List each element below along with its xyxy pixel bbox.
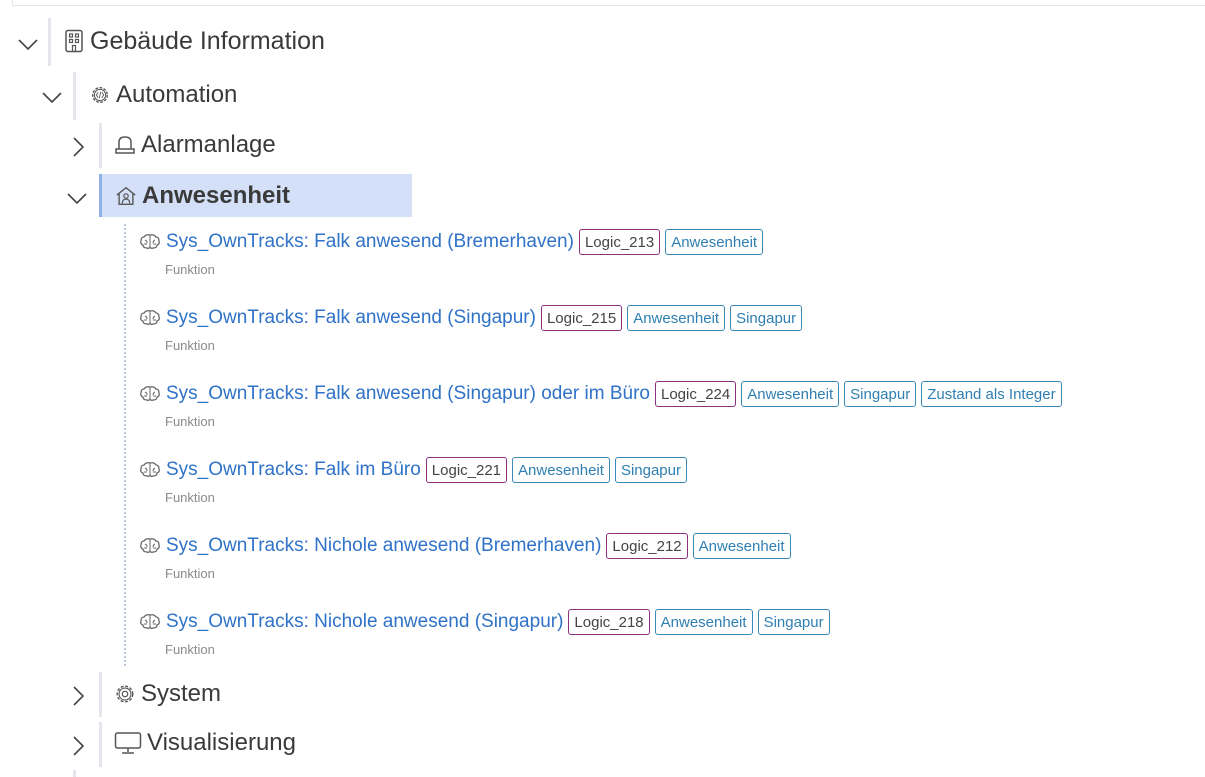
item-type-label: Funktion bbox=[165, 566, 215, 581]
logic-id-badge: Logic_224 bbox=[655, 381, 737, 407]
tree-node-visualisierung[interactable]: Visualisierung bbox=[114, 726, 296, 760]
item-title-link[interactable]: Sys_OwnTracks: Falk anwesend (Singapur) bbox=[166, 307, 536, 329]
list-item-row: Sys_OwnTracks: Falk anwesend (Singapur) … bbox=[139, 380, 1067, 408]
chevron-right-icon[interactable] bbox=[67, 685, 89, 707]
tree-node-label: Visualisierung bbox=[147, 729, 296, 756]
brain-icon bbox=[139, 612, 161, 632]
tag-badge[interactable]: Anwesenheit bbox=[692, 533, 791, 559]
tag-badge[interactable]: Anwesenheit bbox=[741, 381, 840, 407]
code-gear-icon bbox=[89, 84, 111, 106]
alarm-light-icon bbox=[114, 134, 136, 156]
building-icon bbox=[63, 29, 85, 53]
tree-node-anwesenheit[interactable]: Anwesenheit bbox=[99, 174, 412, 217]
brain-icon bbox=[139, 460, 161, 480]
tag-badge[interactable]: Anwesenheit bbox=[512, 457, 610, 483]
item-type-label: Funktion bbox=[165, 642, 215, 657]
tree-guide-automation bbox=[73, 72, 76, 120]
top-divider bbox=[12, 0, 1205, 6]
tree-node-label: Automation bbox=[116, 81, 238, 108]
item-title-link[interactable]: Sys_OwnTracks: Falk anwesend (Bremerhave… bbox=[166, 231, 574, 253]
children-guide bbox=[124, 224, 126, 666]
logic-id-badge: Logic_221 bbox=[425, 457, 508, 483]
tree-node-gebaeude-information[interactable]: Gebäude Information bbox=[63, 24, 325, 58]
logic-id-badge: Logic_218 bbox=[568, 609, 650, 635]
tag-badge[interactable]: Singapur bbox=[730, 305, 803, 331]
logic-id-badge: Logic_213 bbox=[578, 229, 661, 255]
item-type-label: Funktion bbox=[165, 490, 215, 505]
chevron-down-icon[interactable] bbox=[41, 86, 63, 108]
monitor-icon bbox=[114, 732, 142, 754]
list-item[interactable]: Sys_OwnTracks: Falk im Büro Logic_221 Anwe… bbox=[139, 456, 692, 505]
tag-badge[interactable]: Anwesenheit bbox=[654, 609, 753, 635]
item-title-link[interactable]: Sys_OwnTracks: Nichole anwesend (Singapu… bbox=[166, 611, 563, 633]
tag-badge[interactable]: Singapur bbox=[844, 381, 917, 407]
item-title-link[interactable]: Sys_OwnTracks: Falk im Büro bbox=[166, 459, 421, 481]
logic-id-badge: Logic_212 bbox=[606, 533, 688, 559]
tree-guide-continuation bbox=[73, 770, 76, 777]
list-item[interactable]: Sys_OwnTracks: Nichole anwesend (Singapu… bbox=[139, 608, 835, 657]
list-item[interactable]: Sys_OwnTracks: Nichole anwesend (Bremerh… bbox=[139, 532, 796, 581]
brain-icon bbox=[139, 308, 161, 328]
item-type-label: Funktion bbox=[165, 414, 215, 429]
tree-node-automation[interactable]: Automation bbox=[89, 78, 237, 112]
chevron-right-icon[interactable] bbox=[67, 735, 89, 757]
brain-icon bbox=[139, 232, 161, 252]
item-title-link[interactable]: Sys_OwnTracks: Falk anwesend (Singapur) … bbox=[166, 383, 650, 405]
logic-id-badge: Logic_215 bbox=[540, 305, 623, 331]
list-item[interactable]: Sys_OwnTracks: Falk anwesend (Singapur) … bbox=[139, 380, 1067, 429]
list-item[interactable]: Sys_OwnTracks: Falk anwesend (Singapur) L… bbox=[139, 304, 807, 353]
chevron-down-icon[interactable] bbox=[66, 187, 88, 209]
tree-guide-system bbox=[99, 672, 102, 717]
chevron-down-icon[interactable] bbox=[17, 33, 39, 55]
list-item-row: Sys_OwnTracks: Falk im Büro Logic_221 Anwe… bbox=[139, 456, 692, 484]
item-title-link[interactable]: Sys_OwnTracks: Nichole anwesend (Bremerh… bbox=[166, 535, 601, 557]
list-item[interactable]: Sys_OwnTracks: Falk anwesend (Bremerhave… bbox=[139, 228, 768, 277]
tree-node-system[interactable]: System bbox=[114, 677, 221, 711]
tree-guide-visualisierung bbox=[99, 722, 102, 767]
item-type-label: Funktion bbox=[165, 338, 215, 353]
list-item-row: Sys_OwnTracks: Nichole anwesend (Bremerh… bbox=[139, 532, 796, 560]
brain-icon bbox=[139, 536, 161, 556]
tree-node-label: Gebäude Information bbox=[90, 26, 325, 55]
list-item-row: Sys_OwnTracks: Falk anwesend (Singapur) L… bbox=[139, 304, 807, 332]
tree-node-label: Alarmanlage bbox=[141, 131, 276, 158]
tag-badge[interactable]: Anwesenheit bbox=[627, 305, 726, 331]
tag-badge[interactable]: Singapur bbox=[614, 457, 687, 483]
tag-badge[interactable]: Singapur bbox=[757, 609, 830, 635]
list-item-row: Sys_OwnTracks: Nichole anwesend (Singapu… bbox=[139, 608, 835, 636]
tree-node-alarmanlage[interactable]: Alarmanlage bbox=[114, 128, 276, 162]
tree-node-label: Anwesenheit bbox=[142, 181, 291, 209]
chevron-right-icon[interactable] bbox=[67, 136, 89, 158]
tag-badge[interactable]: Anwesenheit bbox=[665, 229, 764, 255]
tree-guide-alarm bbox=[99, 123, 102, 168]
brain-icon bbox=[139, 384, 161, 404]
list-item-row: Sys_OwnTracks: Falk anwesend (Bremerhave… bbox=[139, 228, 768, 256]
tree-node-label: System bbox=[141, 680, 222, 707]
gear-icon bbox=[114, 683, 136, 705]
tag-badge[interactable]: Zustand als Integer bbox=[921, 381, 1062, 407]
tree-guide-root bbox=[48, 18, 51, 66]
home-person-icon bbox=[115, 185, 137, 207]
item-type-label: Funktion bbox=[165, 262, 215, 277]
